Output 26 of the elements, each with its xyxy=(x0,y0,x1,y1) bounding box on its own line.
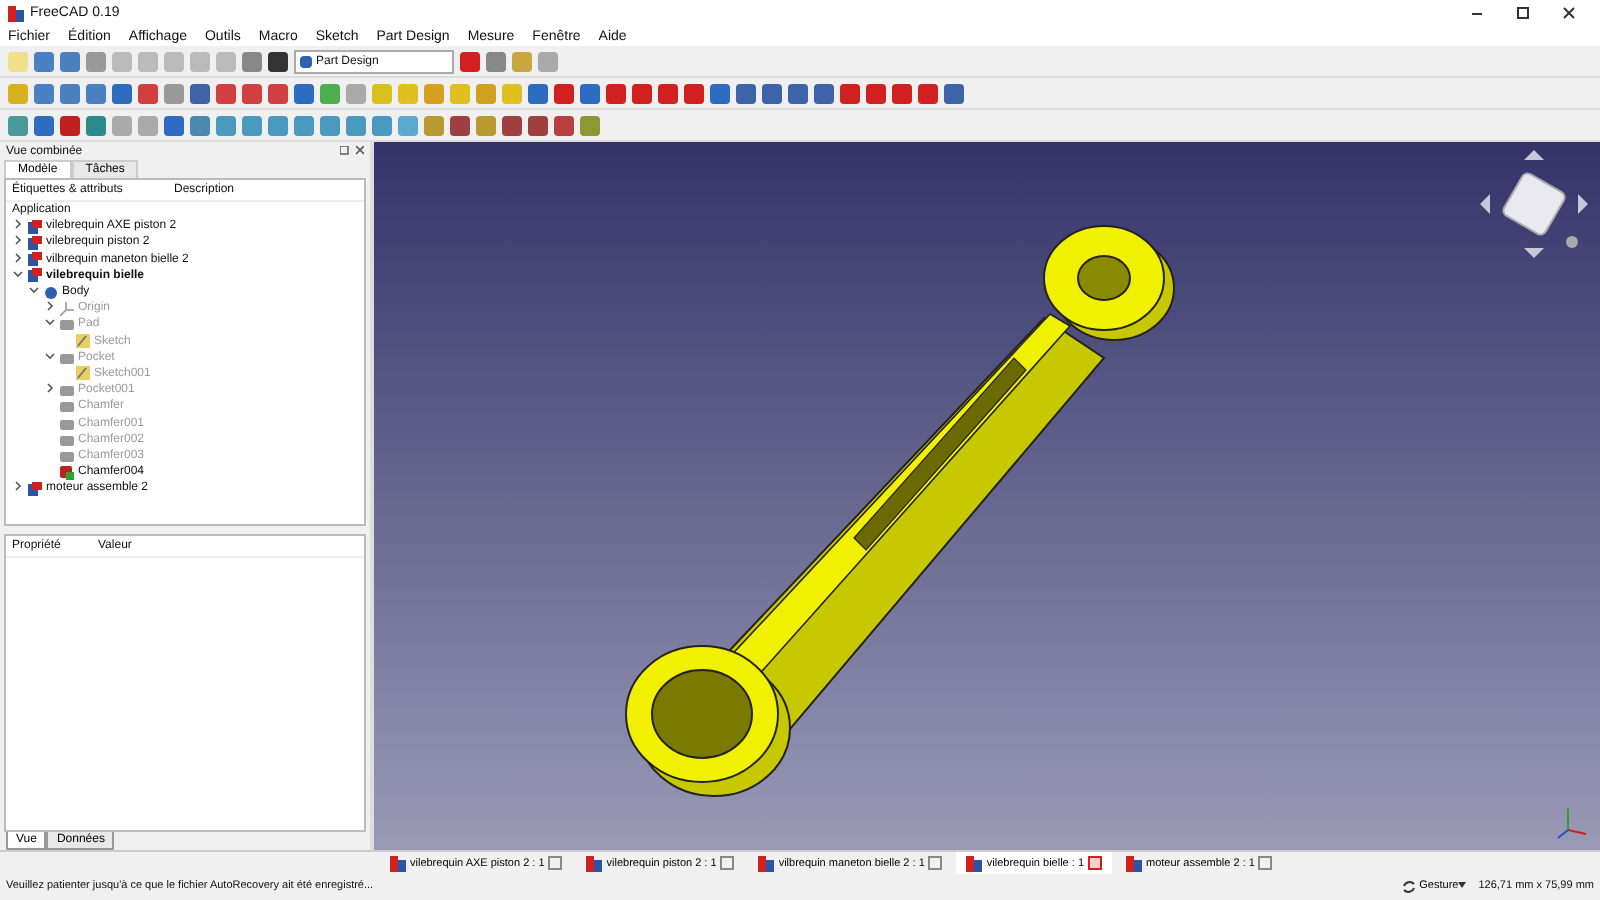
panel-controls-icon[interactable] xyxy=(340,146,364,156)
close-icon[interactable] xyxy=(1562,6,1576,20)
caret-icon xyxy=(1458,882,1467,888)
chevron-right-icon[interactable] xyxy=(44,382,56,395)
app-logo-icon xyxy=(8,5,24,21)
app-logo-icon xyxy=(966,855,983,871)
app-logo-icon xyxy=(586,855,603,871)
solid-icon xyxy=(60,318,74,331)
sketch-icon xyxy=(76,366,90,381)
app-logo-icon xyxy=(1126,855,1143,871)
document-icon xyxy=(28,481,42,496)
sketch-icon xyxy=(76,334,90,349)
refresh-icon xyxy=(1401,879,1416,893)
axes-icon xyxy=(60,301,74,316)
axis-indicator-icon xyxy=(1552,802,1592,842)
3d-viewport[interactable] xyxy=(374,142,1600,850)
chevron-down-icon[interactable] xyxy=(44,349,56,362)
app-logo-icon xyxy=(758,855,775,871)
body-icon xyxy=(44,285,58,300)
restore-icon[interactable] xyxy=(1516,6,1530,20)
solid-icon xyxy=(60,351,74,364)
navigation-cube-drawing[interactable] xyxy=(1476,146,1592,262)
app-logo-icon xyxy=(390,855,406,871)
chevron-right-icon[interactable] xyxy=(44,300,56,313)
chevron-right-icon[interactable] xyxy=(12,480,24,493)
chevron-down-icon[interactable] xyxy=(44,316,56,329)
